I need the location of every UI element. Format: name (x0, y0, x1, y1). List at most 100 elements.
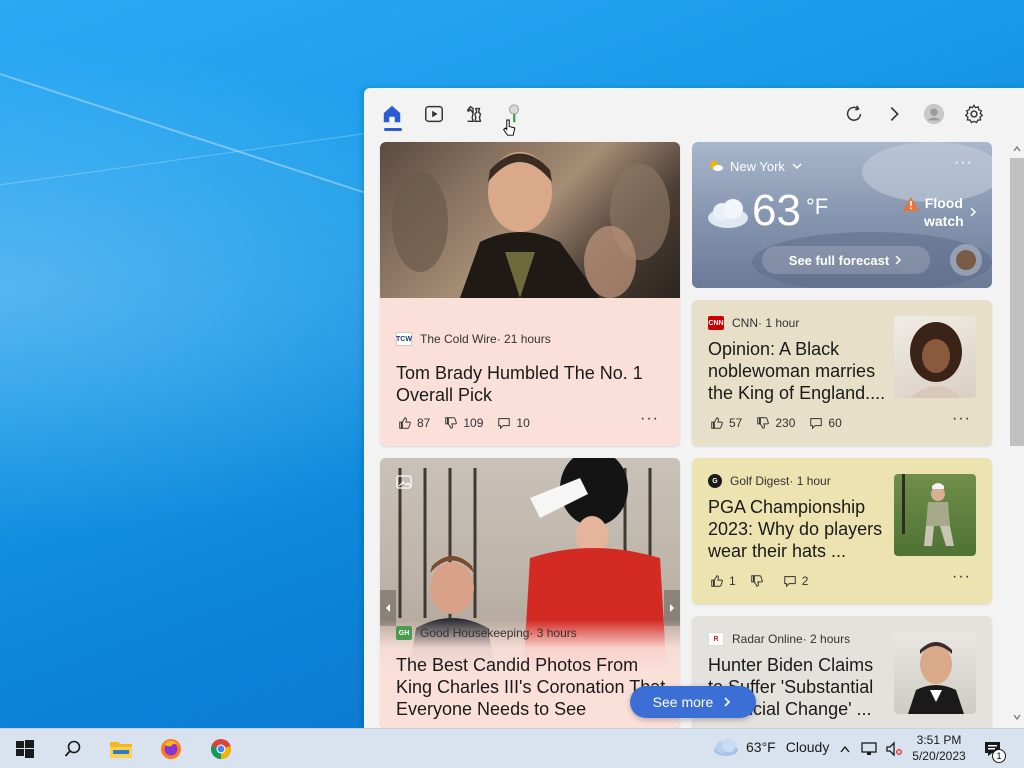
taskbar-condition: Cloudy (785, 739, 830, 755)
location-selector[interactable]: New York (708, 158, 803, 174)
active-tab-indicator (384, 128, 402, 131)
file-explorer-icon[interactable] (108, 737, 134, 761)
see-more-button[interactable]: See more (630, 686, 756, 718)
weather-card[interactable]: New York ··· 63 °F Flood watch See full (692, 142, 992, 288)
thumbs-down-icon (445, 417, 458, 429)
comment-button[interactable]: 10 (497, 416, 530, 430)
dislike-button[interactable] (750, 574, 769, 588)
clock-time: 3:51 PM (916, 733, 962, 747)
more-options-icon[interactable]: ··· (954, 154, 973, 172)
post-age: · 1 hour (789, 474, 831, 488)
partly-sunny-icon (710, 161, 723, 171)
post-age: · 2 hours (802, 632, 851, 646)
headline[interactable]: The Best Candid Photos From King Charles… (396, 654, 666, 720)
source-logo: R (708, 632, 724, 646)
chess-icon[interactable] (460, 102, 488, 126)
current-temperature: 63 (752, 186, 801, 235)
headline[interactable]: Tom Brady Humbled The No. 1 Overall Pick (396, 362, 666, 406)
scroll-down-icon[interactable] (1010, 712, 1024, 722)
refresh-icon[interactable] (840, 102, 868, 126)
taskbar-weather[interactable]: 63°F Cloudy (712, 737, 829, 757)
notification-center-icon[interactable]: 1 (980, 737, 1006, 763)
windows-start-icon[interactable] (12, 737, 38, 761)
gear-icon[interactable] (960, 102, 988, 126)
see-full-forecast-button[interactable]: See full forecast (762, 246, 930, 274)
like-count: 87 (417, 416, 431, 430)
weather-map-thumbnail[interactable] (950, 244, 982, 276)
comment-count: 2 (801, 574, 809, 588)
widgets-toolbar (364, 88, 1024, 140)
profile-icon[interactable] (920, 102, 948, 126)
weather-alert[interactable]: Flood watch (902, 194, 978, 230)
dislike-button[interactable]: 109 (444, 416, 483, 430)
chevron-right-icon (895, 255, 902, 265)
news-thumbnail (894, 632, 976, 714)
dislike-button[interactable]: 230 (756, 416, 795, 430)
news-feed: TCW The Cold Wire · 21 hours Tom Brady H… (380, 142, 1004, 728)
like-button[interactable]: 1 (710, 574, 736, 588)
thumbs-down-icon (757, 417, 770, 429)
see-more-label: See more (652, 694, 714, 710)
photo-illustration (902, 474, 954, 546)
chrome-icon[interactable] (208, 737, 234, 761)
forecast-link-label: See full forecast (788, 252, 890, 268)
news-image (380, 142, 680, 298)
volume-muted-icon[interactable] (884, 737, 904, 761)
network-icon[interactable] (860, 737, 880, 761)
more-options-icon[interactable]: ··· (952, 568, 971, 586)
headline[interactable]: Opinion: A Black noblewoman marries the … (708, 338, 892, 404)
comment-icon (783, 576, 796, 588)
photo-illustration (392, 152, 670, 298)
news-card[interactable]: CNN CNN · 1 hour Opinion: A Black noblew… (692, 300, 992, 446)
news-card[interactable]: GH Good Housekeeping · 3 hours The Best … (380, 458, 680, 728)
comment-count: 60 (828, 416, 842, 430)
alert-title-line1: Flood (924, 195, 963, 211)
comment-count: 10 (516, 416, 530, 430)
clock[interactable]: 3:51 PM 5/20/2023 (904, 732, 974, 764)
source-name[interactable]: CNN (732, 316, 758, 330)
video-icon[interactable] (420, 102, 448, 126)
home-icon[interactable] (378, 102, 406, 126)
source-name[interactable]: Golf Digest (730, 474, 789, 488)
more-options-icon[interactable]: ··· (640, 410, 659, 428)
chevron-down-icon (792, 163, 802, 170)
post-age: · 3 hours (529, 626, 577, 640)
photo-illustration (910, 322, 962, 398)
news-card[interactable]: G Golf Digest · 1 hour PGA Championship … (692, 458, 992, 604)
source-logo: GH (396, 626, 412, 640)
photo-illustration (908, 642, 964, 714)
chevron-right-icon[interactable] (880, 102, 908, 126)
source-name[interactable]: Radar Online (732, 632, 803, 646)
warning-icon (903, 197, 919, 211)
scrollbar[interactable] (1008, 144, 1024, 724)
news-card[interactable]: TCW The Cold Wire · 21 hours Tom Brady H… (380, 142, 680, 446)
firefox-icon[interactable] (158, 737, 184, 761)
reactions-bar: 57 230 60 (710, 416, 856, 430)
gallery-icon (396, 474, 412, 490)
more-options-icon[interactable]: ··· (952, 410, 971, 428)
search-icon[interactable] (60, 737, 86, 761)
comment-button[interactable]: 60 (809, 416, 842, 430)
chevron-right-icon (970, 207, 976, 217)
source-name[interactable]: Good Housekeeping (420, 626, 529, 640)
headline[interactable]: PGA Championship 2023: Why do players we… (708, 496, 892, 562)
like-count: 1 (729, 574, 736, 588)
like-button[interactable]: 57 (710, 416, 742, 430)
scrollbar-thumb[interactable] (1010, 158, 1024, 446)
like-button[interactable]: 87 (398, 416, 430, 430)
mouse-cursor-icon (500, 116, 520, 140)
scroll-up-icon[interactable] (1010, 144, 1024, 154)
news-thumbnail (894, 474, 976, 556)
comment-button[interactable]: 2 (783, 574, 809, 588)
thumbs-up-icon (711, 575, 723, 587)
reactions-bar: 1 2 (710, 574, 822, 588)
source-name[interactable]: The Cold Wire (420, 332, 497, 346)
chevron-up-icon[interactable] (836, 737, 854, 761)
news-source: G Golf Digest · 1 hour (708, 474, 831, 488)
thumbs-down-icon (750, 575, 763, 587)
thumbs-up-icon (711, 417, 723, 429)
clock-date: 5/20/2023 (912, 749, 966, 763)
comment-icon (498, 418, 511, 430)
cloud-icon (714, 738, 738, 756)
chevron-right-icon (724, 697, 731, 707)
